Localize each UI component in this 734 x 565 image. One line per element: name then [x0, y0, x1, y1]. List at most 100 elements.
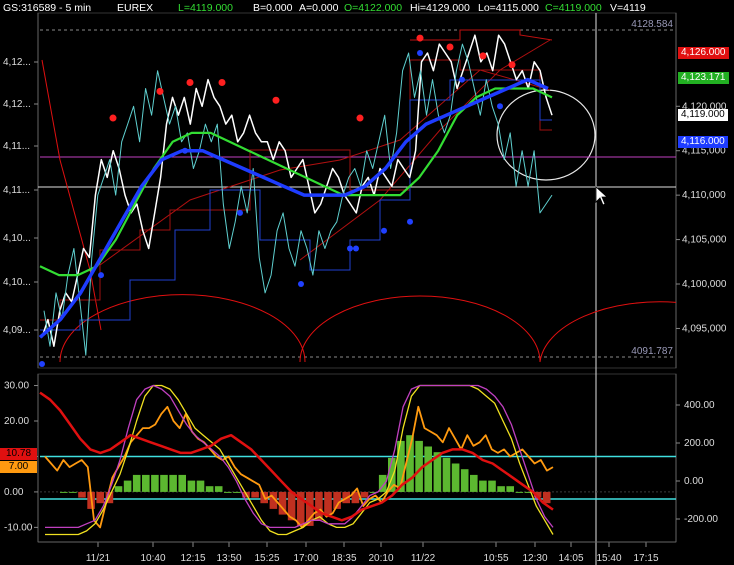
red-dot-marker — [109, 114, 117, 122]
time-axis-label-7: 20:10 — [368, 553, 393, 564]
header-low: Lo=4115.000 — [478, 2, 539, 14]
histogram-bar — [178, 474, 186, 492]
time-axis-label-8: 11/22 — [411, 553, 436, 564]
header-last: L=4119.000 — [178, 2, 233, 14]
annotation-circle — [496, 89, 596, 181]
header-ask: A=0.000 — [299, 2, 339, 14]
header-volume: V=4119 — [610, 2, 646, 14]
histogram-bar — [114, 486, 123, 492]
histogram-bar — [406, 435, 414, 492]
price-tag-3: 4,116.000 — [678, 135, 728, 148]
histogram-bar — [69, 491, 77, 493]
histogram-bar — [470, 474, 478, 492]
osc-left-axis-label-4: -10.00 — [4, 522, 33, 533]
header-open: O=4122.000 — [344, 2, 403, 14]
histogram-bar — [132, 474, 141, 492]
blue-dot-marker — [237, 209, 243, 216]
reference-line-label-0: 4128.584 — [631, 19, 673, 30]
time-axis-label-1: 10:40 — [140, 553, 165, 564]
time-axis-label-4: 15:25 — [254, 553, 279, 564]
red-dot-marker — [416, 34, 424, 42]
blue-dot-marker — [459, 76, 465, 83]
price-left-axis-label-4: 4,10... — [3, 233, 31, 244]
red-dot-marker — [156, 87, 164, 95]
price-left-axis-label-0: 4,12... — [3, 57, 31, 68]
histogram-bar — [78, 491, 86, 498]
plot-layer — [38, 29, 677, 536]
chart-canvas: 4128.584 4091.787 4,12... 4,12... 4,11... 4,1… — [3, 12, 727, 565]
price-left-axis-label-2: 4,11... — [3, 141, 30, 152]
red-dot-marker — [186, 79, 194, 87]
histogram-bar — [142, 474, 150, 492]
price-right-axis-label-3: 4,105,000 — [682, 235, 727, 246]
histogram-bar — [515, 491, 524, 493]
price-tag-2: 4,119.000 — [678, 109, 728, 122]
time-axis-label-10: 12:30 — [522, 553, 547, 564]
time-axis-label-3: 13:50 — [216, 553, 241, 564]
histogram-bar — [451, 463, 460, 492]
osc-tag-0: 10.78 — [0, 447, 37, 460]
step-band-lower — [40, 79, 552, 331]
red-dot-marker — [508, 61, 516, 69]
price-tag-1: 4,123.171 — [678, 72, 729, 85]
header-high: Hi=4129.000 — [410, 2, 470, 14]
histogram-bar — [442, 457, 451, 492]
histogram-bar — [214, 486, 223, 492]
price-right-axis-label-4: 4,100,000 — [682, 279, 727, 290]
reference-line-label-1: 4091.787 — [631, 346, 673, 357]
histogram-bar — [205, 486, 214, 492]
histogram-bar — [251, 491, 259, 498]
step-band-top — [410, 29, 553, 41]
price-right-axis-label-2: 4,110,000 — [682, 190, 726, 201]
histogram-bar — [360, 491, 369, 498]
red-dot-marker — [446, 43, 454, 51]
envelope-line-left — [41, 59, 102, 331]
time-axis-label-13: 17:15 — [633, 553, 658, 564]
blue-dot-marker — [381, 227, 387, 234]
histogram-bar — [96, 491, 104, 504]
chart-window: 4128.584 4091.787 4,12... 4,12... 4,11... 4,1… — [0, 0, 734, 565]
osc-right-axis-label-2: 0.00 — [684, 476, 704, 487]
time-axis-label-0: 11/21 — [86, 553, 111, 564]
red-dot-marker — [479, 52, 487, 60]
price-left-axis-label-6: 4,09... — [3, 325, 31, 336]
price-left-axis-label-5: 4,10... — [3, 277, 31, 288]
blue-dot-marker — [39, 360, 45, 367]
histogram-bar — [160, 474, 168, 492]
blue-dot-marker — [417, 49, 423, 56]
red-dot-marker — [272, 96, 280, 104]
histogram-bar — [315, 491, 323, 521]
time-axis-label-2: 12:15 — [180, 553, 205, 564]
price-series-cyan — [43, 43, 553, 356]
histogram-bar — [506, 486, 514, 492]
mouse-pointer-icon — [595, 186, 609, 206]
histogram-bar — [60, 491, 68, 493]
histogram-bar — [479, 480, 487, 492]
header-bid: B=0.000 — [253, 2, 293, 14]
histogram-bar — [169, 474, 177, 492]
blue-dot-marker — [98, 272, 104, 279]
blue-dot-marker — [347, 245, 353, 252]
blue-dot-marker — [497, 103, 503, 110]
osc-right-axis-label-3: -200.00 — [684, 514, 718, 525]
header-exchange: EUREX — [117, 2, 154, 14]
header-symbol: GS:316589 - 5 min — [3, 2, 92, 14]
red-dot-marker — [218, 79, 226, 87]
price-left-axis-label-3: 4,11... — [3, 185, 30, 196]
histogram-bar — [151, 474, 159, 492]
blue-dot-marker — [407, 218, 413, 225]
red-dot-marker — [356, 114, 364, 122]
time-axis-label-12: 15:40 — [596, 553, 621, 564]
cycle-arc-1 — [299, 295, 541, 363]
histogram-bar — [123, 480, 132, 492]
header-close: C=4119.000 — [545, 2, 602, 14]
histogram-bar — [187, 480, 196, 492]
histogram-bar — [488, 480, 496, 492]
blue-dot-marker — [298, 281, 304, 288]
osc-left-axis-label-0: 30.00 — [4, 381, 29, 392]
price-left-axis-label-1: 4,12... — [3, 99, 31, 110]
price-tag-0: 4,126.000 — [678, 46, 729, 59]
osc-tag-1: 7.00 — [0, 461, 37, 474]
price-right-axis-label-5: 4,095,000 — [682, 323, 727, 334]
blue-dot-marker — [353, 245, 359, 252]
